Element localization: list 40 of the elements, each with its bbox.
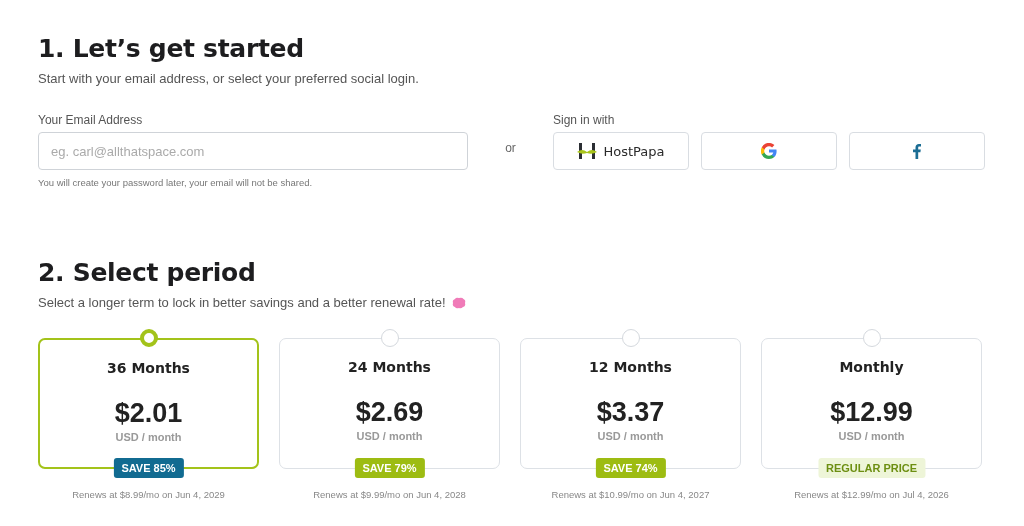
email-field[interactable]: eg. carl@allthatspace.com bbox=[38, 132, 468, 170]
plan-name: 24 Months bbox=[348, 359, 431, 375]
section-description: Start with your email address, or select your preferred social login. bbox=[38, 70, 420, 88]
field-hint: You will create your password later, your email will not be shared. bbox=[38, 177, 314, 188]
renewal-note: Renews at $10.99/mo on Jun 4, 2027 bbox=[551, 489, 710, 500]
plan-price: $2.01 bbox=[114, 398, 183, 428]
price-unit: USD / month bbox=[115, 431, 182, 443]
price-unit: USD / month bbox=[356, 430, 423, 442]
plan-name: Monthly bbox=[839, 359, 904, 375]
google-icon bbox=[761, 143, 777, 159]
savings-tag: SAVE 74% bbox=[595, 458, 666, 478]
savings-tag: SAVE 79% bbox=[354, 458, 425, 478]
plan-price: $2.69 bbox=[355, 397, 424, 427]
radio-button[interactable] bbox=[862, 329, 881, 347]
logo-icon bbox=[577, 143, 598, 159]
field-label: Sign in with bbox=[553, 112, 616, 128]
plan-price: $3.37 bbox=[596, 397, 665, 427]
plan-price: $12.99 bbox=[830, 397, 913, 427]
plan-name: 36 Months bbox=[107, 360, 190, 376]
or-separator: or bbox=[504, 141, 517, 155]
section-heading: 2. Select period bbox=[38, 257, 257, 289]
hostpapa-button[interactable]: HostPapa bbox=[553, 132, 689, 170]
section-heading: 1. Let’s get started bbox=[38, 33, 305, 65]
price-unit: USD / month bbox=[597, 430, 664, 442]
plan-name: 12 Months bbox=[589, 359, 672, 375]
savings-tag: REGULAR PRICE bbox=[817, 458, 926, 478]
renewal-note: Renews at $8.99/mo on Jun 4, 2029 bbox=[72, 489, 225, 500]
facebook-icon bbox=[913, 143, 921, 159]
radio-button[interactable] bbox=[380, 329, 399, 347]
radio-button[interactable] bbox=[621, 329, 640, 347]
google-button[interactable] bbox=[701, 132, 837, 170]
section-description: Select a longer term to lock in better savings and a better renewal rate! bbox=[38, 294, 446, 312]
renewal-note: Renews at $9.99/mo on Jun 4, 2028 bbox=[313, 489, 466, 500]
field-label: Your Email Address bbox=[38, 112, 144, 128]
price-unit: USD / month bbox=[838, 430, 905, 442]
savings-tag: SAVE 85% bbox=[113, 458, 184, 478]
radio-button[interactable] bbox=[139, 329, 158, 347]
brain-icon bbox=[451, 297, 466, 309]
renewal-note: Renews at $12.99/mo on Jul 4, 2026 bbox=[794, 489, 949, 500]
facebook-button[interactable] bbox=[849, 132, 985, 170]
